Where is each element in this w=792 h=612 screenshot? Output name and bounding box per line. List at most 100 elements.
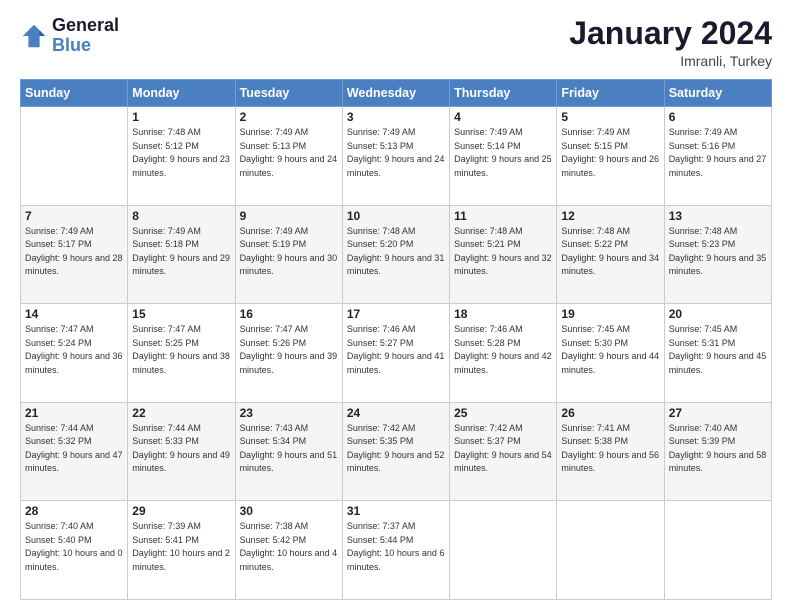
day-info: Sunrise: 7:37 AMSunset: 5:44 PMDaylight:… bbox=[347, 520, 445, 574]
day-number: 7 bbox=[25, 209, 123, 223]
day-number: 4 bbox=[454, 110, 552, 124]
day-info: Sunrise: 7:44 AMSunset: 5:33 PMDaylight:… bbox=[132, 422, 230, 476]
calendar-cell-w0d6: 6 Sunrise: 7:49 AMSunset: 5:16 PMDayligh… bbox=[664, 107, 771, 206]
day-number: 30 bbox=[240, 504, 338, 518]
calendar-cell-w0d3: 3 Sunrise: 7:49 AMSunset: 5:13 PMDayligh… bbox=[342, 107, 449, 206]
calendar-cell-w0d5: 5 Sunrise: 7:49 AMSunset: 5:15 PMDayligh… bbox=[557, 107, 664, 206]
day-number: 2 bbox=[240, 110, 338, 124]
day-info: Sunrise: 7:49 AMSunset: 5:17 PMDaylight:… bbox=[25, 225, 123, 279]
day-info: Sunrise: 7:49 AMSunset: 5:13 PMDaylight:… bbox=[240, 126, 338, 180]
day-info: Sunrise: 7:48 AMSunset: 5:23 PMDaylight:… bbox=[669, 225, 767, 279]
day-number: 10 bbox=[347, 209, 445, 223]
calendar-cell-w2d1: 15 Sunrise: 7:47 AMSunset: 5:25 PMDaylig… bbox=[128, 304, 235, 403]
day-number: 5 bbox=[561, 110, 659, 124]
day-info: Sunrise: 7:49 AMSunset: 5:14 PMDaylight:… bbox=[454, 126, 552, 180]
calendar-cell-w1d4: 11 Sunrise: 7:48 AMSunset: 5:21 PMDaylig… bbox=[450, 205, 557, 304]
header: General Blue January 2024 Imranli, Turke… bbox=[20, 16, 772, 69]
day-info: Sunrise: 7:47 AMSunset: 5:25 PMDaylight:… bbox=[132, 323, 230, 377]
day-number: 14 bbox=[25, 307, 123, 321]
month-title: January 2024 bbox=[569, 16, 772, 51]
calendar-cell-w2d0: 14 Sunrise: 7:47 AMSunset: 5:24 PMDaylig… bbox=[21, 304, 128, 403]
calendar-cell-w2d6: 20 Sunrise: 7:45 AMSunset: 5:31 PMDaylig… bbox=[664, 304, 771, 403]
week-row-3: 21 Sunrise: 7:44 AMSunset: 5:32 PMDaylig… bbox=[21, 402, 772, 501]
calendar-cell-w3d4: 25 Sunrise: 7:42 AMSunset: 5:37 PMDaylig… bbox=[450, 402, 557, 501]
calendar-cell-w0d0 bbox=[21, 107, 128, 206]
calendar-cell-w4d1: 29 Sunrise: 7:39 AMSunset: 5:41 PMDaylig… bbox=[128, 501, 235, 600]
calendar-cell-w0d4: 4 Sunrise: 7:49 AMSunset: 5:14 PMDayligh… bbox=[450, 107, 557, 206]
page: General Blue January 2024 Imranli, Turke… bbox=[0, 0, 792, 612]
week-row-4: 28 Sunrise: 7:40 AMSunset: 5:40 PMDaylig… bbox=[21, 501, 772, 600]
header-tuesday: Tuesday bbox=[235, 80, 342, 107]
calendar-cell-w4d5 bbox=[557, 501, 664, 600]
calendar-cell-w3d0: 21 Sunrise: 7:44 AMSunset: 5:32 PMDaylig… bbox=[21, 402, 128, 501]
day-info: Sunrise: 7:47 AMSunset: 5:26 PMDaylight:… bbox=[240, 323, 338, 377]
day-info: Sunrise: 7:48 AMSunset: 5:20 PMDaylight:… bbox=[347, 225, 445, 279]
calendar-cell-w4d0: 28 Sunrise: 7:40 AMSunset: 5:40 PMDaylig… bbox=[21, 501, 128, 600]
calendar-cell-w3d6: 27 Sunrise: 7:40 AMSunset: 5:39 PMDaylig… bbox=[664, 402, 771, 501]
header-friday: Friday bbox=[557, 80, 664, 107]
subtitle: Imranli, Turkey bbox=[569, 53, 772, 69]
calendar-cell-w1d5: 12 Sunrise: 7:48 AMSunset: 5:22 PMDaylig… bbox=[557, 205, 664, 304]
day-info: Sunrise: 7:38 AMSunset: 5:42 PMDaylight:… bbox=[240, 520, 338, 574]
day-number: 18 bbox=[454, 307, 552, 321]
day-number: 22 bbox=[132, 406, 230, 420]
day-number: 31 bbox=[347, 504, 445, 518]
calendar-cell-w4d4 bbox=[450, 501, 557, 600]
day-info: Sunrise: 7:48 AMSunset: 5:12 PMDaylight:… bbox=[132, 126, 230, 180]
header-saturday: Saturday bbox=[664, 80, 771, 107]
day-info: Sunrise: 7:40 AMSunset: 5:39 PMDaylight:… bbox=[669, 422, 767, 476]
day-info: Sunrise: 7:42 AMSunset: 5:37 PMDaylight:… bbox=[454, 422, 552, 476]
day-info: Sunrise: 7:42 AMSunset: 5:35 PMDaylight:… bbox=[347, 422, 445, 476]
day-info: Sunrise: 7:48 AMSunset: 5:22 PMDaylight:… bbox=[561, 225, 659, 279]
calendar-cell-w2d5: 19 Sunrise: 7:45 AMSunset: 5:30 PMDaylig… bbox=[557, 304, 664, 403]
title-block: January 2024 Imranli, Turkey bbox=[569, 16, 772, 69]
calendar-cell-w4d3: 31 Sunrise: 7:37 AMSunset: 5:44 PMDaylig… bbox=[342, 501, 449, 600]
day-info: Sunrise: 7:49 AMSunset: 5:18 PMDaylight:… bbox=[132, 225, 230, 279]
day-info: Sunrise: 7:49 AMSunset: 5:16 PMDaylight:… bbox=[669, 126, 767, 180]
calendar-cell-w1d0: 7 Sunrise: 7:49 AMSunset: 5:17 PMDayligh… bbox=[21, 205, 128, 304]
day-number: 3 bbox=[347, 110, 445, 124]
day-info: Sunrise: 7:45 AMSunset: 5:30 PMDaylight:… bbox=[561, 323, 659, 377]
day-number: 23 bbox=[240, 406, 338, 420]
day-info: Sunrise: 7:41 AMSunset: 5:38 PMDaylight:… bbox=[561, 422, 659, 476]
calendar-cell-w2d2: 16 Sunrise: 7:47 AMSunset: 5:26 PMDaylig… bbox=[235, 304, 342, 403]
logo-line1: General bbox=[52, 16, 119, 36]
day-number: 27 bbox=[669, 406, 767, 420]
logo-line2: Blue bbox=[52, 35, 91, 55]
week-row-2: 14 Sunrise: 7:47 AMSunset: 5:24 PMDaylig… bbox=[21, 304, 772, 403]
logo-text: General Blue bbox=[52, 16, 119, 56]
day-number: 16 bbox=[240, 307, 338, 321]
calendar-cell-w3d2: 23 Sunrise: 7:43 AMSunset: 5:34 PMDaylig… bbox=[235, 402, 342, 501]
calendar-cell-w3d3: 24 Sunrise: 7:42 AMSunset: 5:35 PMDaylig… bbox=[342, 402, 449, 501]
calendar-cell-w1d6: 13 Sunrise: 7:48 AMSunset: 5:23 PMDaylig… bbox=[664, 205, 771, 304]
calendar-cell-w2d3: 17 Sunrise: 7:46 AMSunset: 5:27 PMDaylig… bbox=[342, 304, 449, 403]
logo-icon bbox=[20, 22, 48, 50]
header-thursday: Thursday bbox=[450, 80, 557, 107]
day-info: Sunrise: 7:43 AMSunset: 5:34 PMDaylight:… bbox=[240, 422, 338, 476]
week-row-0: 1 Sunrise: 7:48 AMSunset: 5:12 PMDayligh… bbox=[21, 107, 772, 206]
day-info: Sunrise: 7:49 AMSunset: 5:13 PMDaylight:… bbox=[347, 126, 445, 180]
calendar-cell-w0d1: 1 Sunrise: 7:48 AMSunset: 5:12 PMDayligh… bbox=[128, 107, 235, 206]
weekday-header-row: Sunday Monday Tuesday Wednesday Thursday… bbox=[21, 80, 772, 107]
calendar-cell-w4d6 bbox=[664, 501, 771, 600]
day-number: 29 bbox=[132, 504, 230, 518]
day-info: Sunrise: 7:48 AMSunset: 5:21 PMDaylight:… bbox=[454, 225, 552, 279]
day-number: 15 bbox=[132, 307, 230, 321]
week-row-1: 7 Sunrise: 7:49 AMSunset: 5:17 PMDayligh… bbox=[21, 205, 772, 304]
calendar-cell-w1d3: 10 Sunrise: 7:48 AMSunset: 5:20 PMDaylig… bbox=[342, 205, 449, 304]
day-number: 17 bbox=[347, 307, 445, 321]
day-number: 24 bbox=[347, 406, 445, 420]
day-number: 11 bbox=[454, 209, 552, 223]
calendar-table: Sunday Monday Tuesday Wednesday Thursday… bbox=[20, 79, 772, 600]
day-number: 28 bbox=[25, 504, 123, 518]
calendar-cell-w3d5: 26 Sunrise: 7:41 AMSunset: 5:38 PMDaylig… bbox=[557, 402, 664, 501]
calendar-cell-w2d4: 18 Sunrise: 7:46 AMSunset: 5:28 PMDaylig… bbox=[450, 304, 557, 403]
day-info: Sunrise: 7:39 AMSunset: 5:41 PMDaylight:… bbox=[132, 520, 230, 574]
day-info: Sunrise: 7:45 AMSunset: 5:31 PMDaylight:… bbox=[669, 323, 767, 377]
day-info: Sunrise: 7:49 AMSunset: 5:15 PMDaylight:… bbox=[561, 126, 659, 180]
day-info: Sunrise: 7:49 AMSunset: 5:19 PMDaylight:… bbox=[240, 225, 338, 279]
day-info: Sunrise: 7:46 AMSunset: 5:27 PMDaylight:… bbox=[347, 323, 445, 377]
day-number: 25 bbox=[454, 406, 552, 420]
calendar-cell-w3d1: 22 Sunrise: 7:44 AMSunset: 5:33 PMDaylig… bbox=[128, 402, 235, 501]
day-number: 12 bbox=[561, 209, 659, 223]
